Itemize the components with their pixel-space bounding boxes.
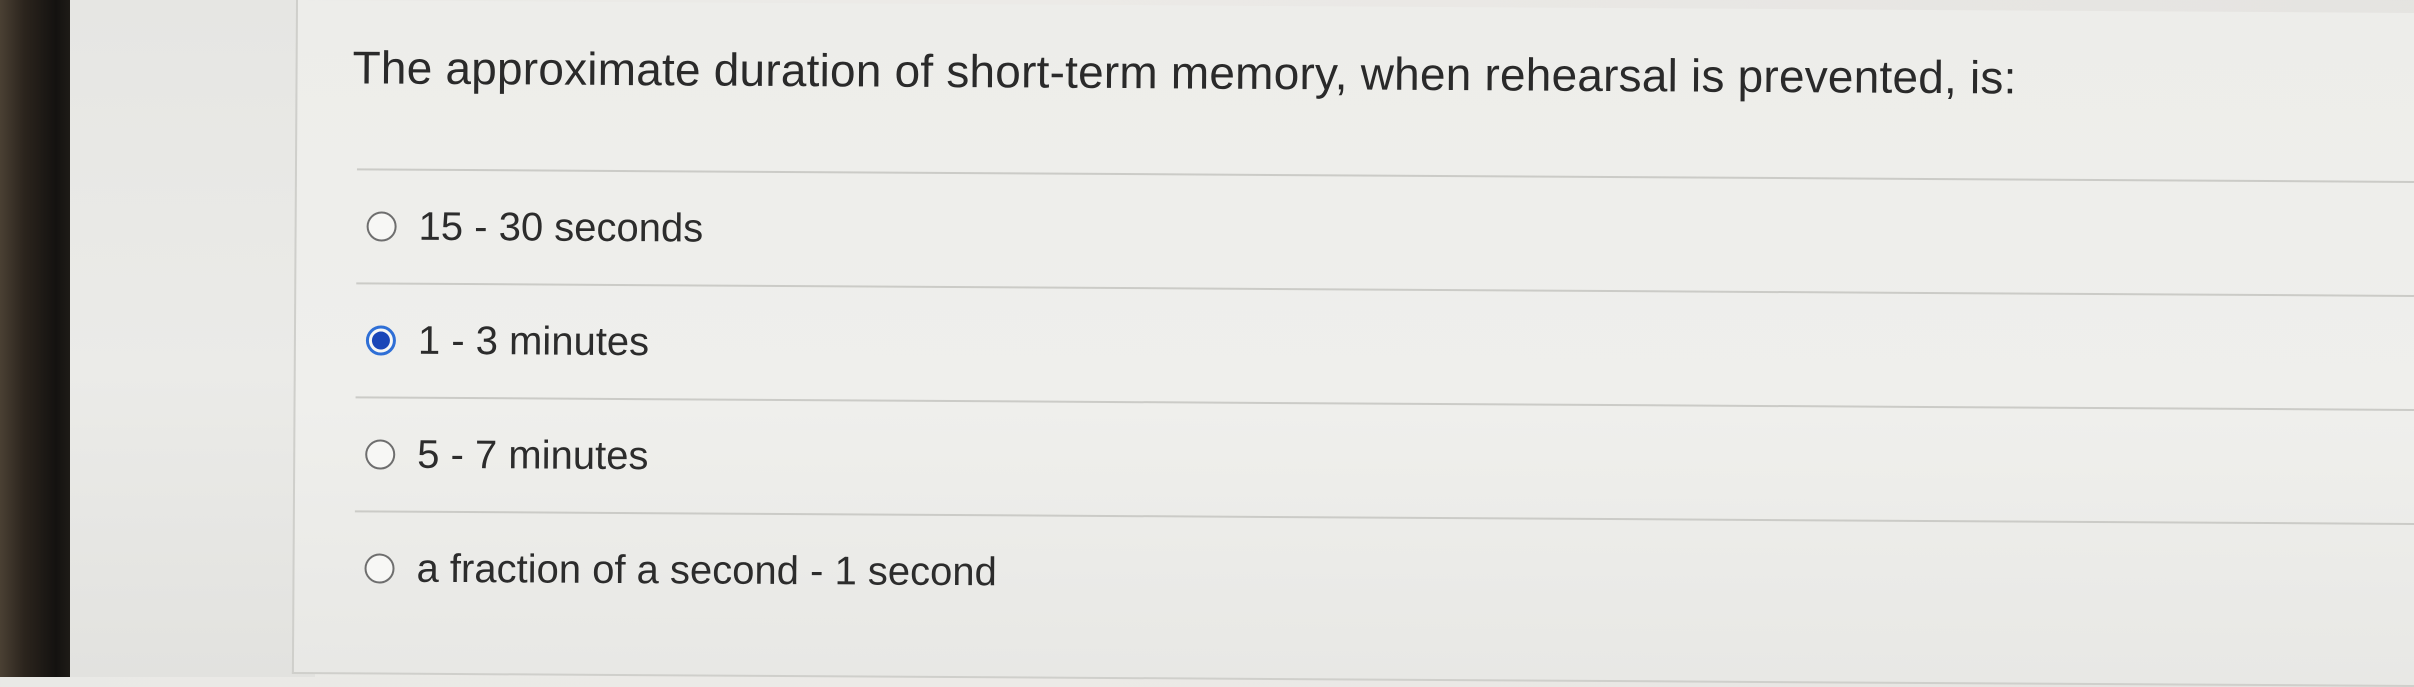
option-label: 15 - 30 seconds bbox=[418, 204, 704, 250]
option-5-7-minutes[interactable]: 5 - 7 minutes bbox=[355, 398, 2414, 523]
radio-button[interactable] bbox=[365, 439, 396, 470]
question-panel: The approximate duration of short-term m… bbox=[291, 0, 2414, 687]
radio-button[interactable] bbox=[364, 553, 395, 584]
option-label: a fraction of a second - 1 second bbox=[416, 546, 998, 594]
left-margin bbox=[70, 0, 315, 677]
option-label: 5 - 7 minutes bbox=[417, 432, 649, 478]
option-15-30-seconds[interactable]: 15 - 30 seconds bbox=[356, 170, 2414, 295]
answer-options: 15 - 30 seconds 1 - 3 minutes 5 - 7 minu… bbox=[354, 168, 2414, 637]
radio-button-selected[interactable] bbox=[365, 325, 397, 356]
monitor-bezel bbox=[0, 0, 70, 677]
option-fraction-of-second[interactable]: a fraction of a second - 1 second bbox=[354, 512, 2414, 637]
option-1-3-minutes[interactable]: 1 - 3 minutes bbox=[356, 284, 2414, 409]
option-label: 1 - 3 minutes bbox=[417, 318, 650, 364]
question-text: The approximate duration of short-term m… bbox=[352, 41, 2017, 104]
radio-button[interactable] bbox=[366, 211, 397, 242]
